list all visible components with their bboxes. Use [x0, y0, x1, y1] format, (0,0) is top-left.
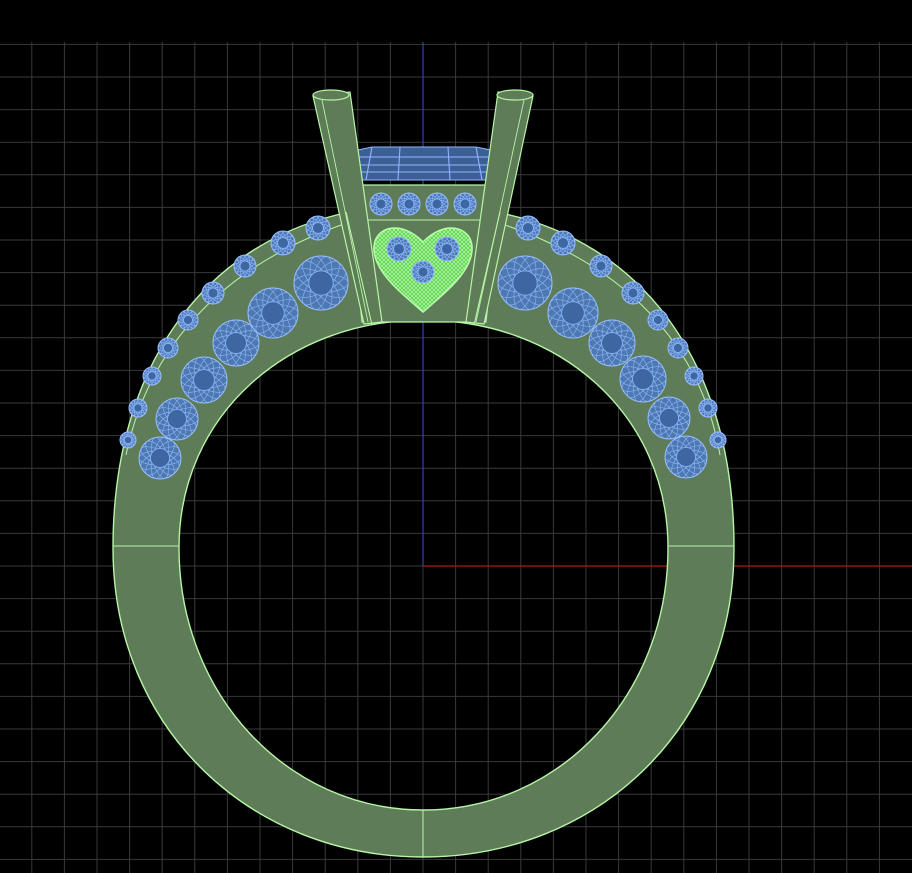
pave-stone-back: [589, 254, 613, 278]
pave-stone-back: [698, 398, 718, 418]
pave-stone-back: [201, 281, 225, 305]
gallery-stone: [425, 192, 449, 216]
gallery-stone: [453, 192, 477, 216]
pave-stone-back: [621, 281, 645, 305]
pave-stone-back: [177, 309, 199, 331]
pave-stone-back: [684, 366, 704, 386]
heart-stone: [411, 260, 435, 284]
center-stone: [357, 146, 491, 181]
pave-stone-back: [119, 431, 137, 449]
pave-stone-back: [157, 337, 179, 359]
gallery-stone: [369, 192, 393, 216]
viewport-top-band: [0, 0, 912, 42]
pave-stone-back: [233, 254, 257, 278]
pave-stone-back: [128, 398, 148, 418]
cad-viewport[interactable]: [0, 0, 912, 873]
pave-stone-back: [647, 309, 669, 331]
pave-stone-back: [709, 431, 727, 449]
pave-stone-back: [142, 366, 162, 386]
pave-stone-back: [667, 337, 689, 359]
gallery-stone: [397, 192, 421, 216]
